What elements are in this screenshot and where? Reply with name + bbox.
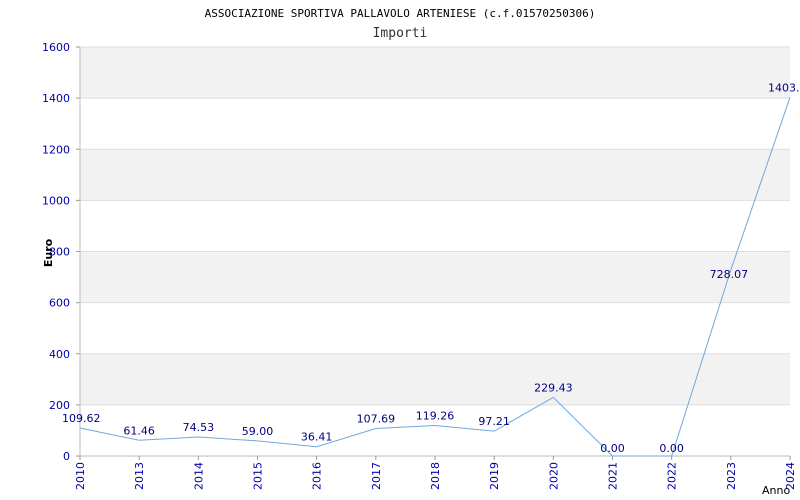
y-tick-label: 400 xyxy=(49,348,70,361)
x-tick-label: 2023 xyxy=(725,462,738,490)
background-band xyxy=(80,353,790,405)
data-label: 74.53 xyxy=(183,421,215,434)
x-tick-label: 2017 xyxy=(370,462,383,490)
data-label: 119.26 xyxy=(416,410,455,423)
data-label: 229.43 xyxy=(534,381,573,394)
x-tick-label: 2020 xyxy=(547,462,560,490)
y-tick-label: 1200 xyxy=(42,143,70,156)
x-tick-label: 2022 xyxy=(666,462,679,490)
background-band xyxy=(80,251,790,303)
x-tick-labels: 2010 2013 2014 2015 2016 2017 2018 2019 2020 2021… xyxy=(74,456,797,490)
chart-subtitle: Importi xyxy=(373,26,428,41)
background-band xyxy=(80,47,790,99)
data-label: 61.46 xyxy=(123,424,155,437)
data-label: 0.00 xyxy=(659,442,684,455)
data-label: 728.07 xyxy=(710,268,749,281)
data-label: 36.41 xyxy=(301,431,333,444)
x-tick-label: 2013 xyxy=(133,462,146,490)
y-tick-label: 1400 xyxy=(42,92,70,105)
data-label: 97.21 xyxy=(478,415,510,428)
background-band xyxy=(80,200,790,252)
x-axis-label: Anno xyxy=(762,484,790,497)
y-tick-label: 1000 xyxy=(42,194,70,207)
y-tick-label: 0 xyxy=(63,450,70,463)
y-tick-label: 1600 xyxy=(42,41,70,54)
chart-title: ASSOCIAZIONE SPORTIVA PALLAVOLO ARTENIES… xyxy=(205,7,596,20)
background-band xyxy=(80,98,790,150)
y-tick-label: 200 xyxy=(49,399,70,412)
x-tick-label: 2018 xyxy=(429,462,442,490)
data-label: 107.69 xyxy=(357,412,396,425)
background-band xyxy=(80,302,790,354)
line-chart: 02004006008001000120014001600 2010 2013 20… xyxy=(42,7,800,497)
data-label: 1403.0 xyxy=(768,81,800,94)
background-band xyxy=(80,149,790,201)
data-label: 0.00 xyxy=(600,442,625,455)
x-tick-label: 2016 xyxy=(311,462,324,490)
x-tick-label: 2010 xyxy=(74,462,87,490)
y-tick-label: 600 xyxy=(49,297,70,310)
x-tick-label: 2019 xyxy=(488,462,501,490)
x-tick-label: 2021 xyxy=(607,462,620,490)
data-label: 109.62 xyxy=(62,412,101,425)
x-tick-label: 2015 xyxy=(252,462,265,490)
x-tick-label: 2014 xyxy=(192,462,205,490)
data-label: 59.00 xyxy=(242,425,274,438)
y-axis-label: Euro xyxy=(42,238,55,267)
